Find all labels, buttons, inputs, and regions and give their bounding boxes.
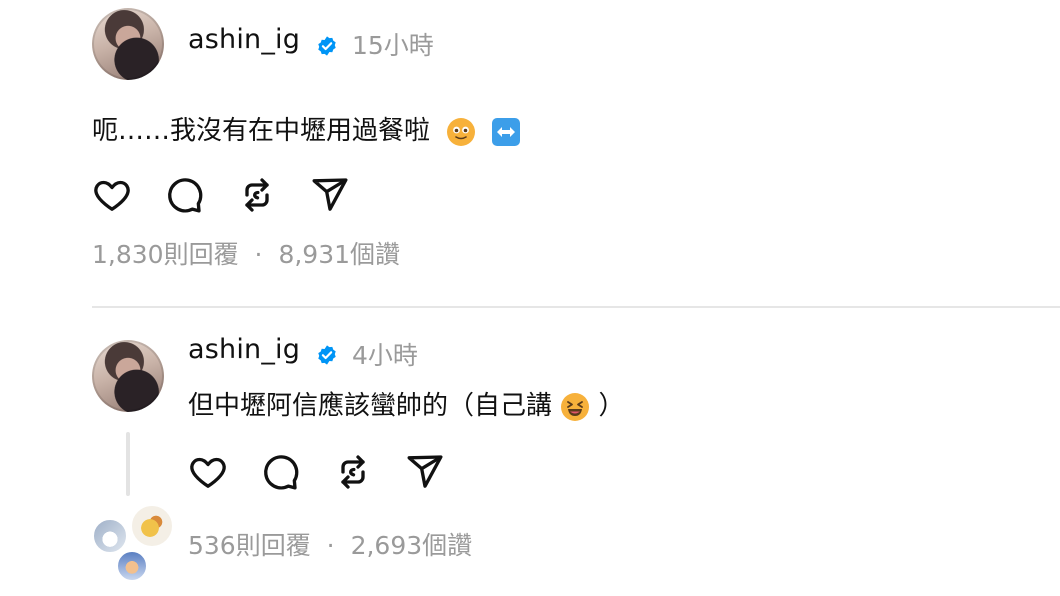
repost-button[interactable] — [235, 173, 279, 217]
thread-line — [126, 432, 130, 496]
replier-avatar — [92, 518, 128, 554]
heart-icon — [190, 457, 226, 488]
reply-text-close: ） — [598, 391, 625, 421]
reply-stats: 536則回覆 · 2,693個讚 — [188, 526, 472, 562]
repost-icon — [245, 178, 269, 212]
share-button[interactable] — [308, 173, 352, 217]
post-divider — [92, 306, 1060, 308]
comment-button[interactable] — [258, 450, 302, 494]
heart-icon — [94, 180, 130, 211]
reply-count-link[interactable]: 1,830則回覆 — [92, 240, 239, 269]
grinning-squinting-face-emoji — [561, 392, 590, 421]
post-username[interactable]: ashin_ig — [188, 24, 300, 55]
reply-text-content: 但中壢阿信應該蠻帥的（自己講 — [188, 391, 553, 421]
like-count-link[interactable]: 2,693個讚 — [351, 531, 473, 560]
post-text: 呃……我沒有在中壢用過餐啦 — [92, 110, 521, 147]
reply-time: 4小時 — [352, 341, 418, 370]
reply-username[interactable]: ashin_ig — [188, 334, 300, 365]
reply-text: 但中壢阿信應該蠻帥的（自己講 ） — [188, 385, 625, 422]
post-stats: 1,830則回覆 · 8,931個讚 — [92, 235, 400, 271]
replier-avatar — [130, 504, 174, 548]
comment-icon — [264, 455, 299, 490]
repost-button[interactable] — [331, 450, 375, 494]
post-time: 15小時 — [352, 31, 434, 60]
reply-avatar[interactable] — [92, 340, 164, 412]
smiling-face-emoji — [447, 117, 476, 146]
post-avatar[interactable] — [92, 8, 164, 80]
comment-icon — [168, 178, 203, 213]
like-button[interactable] — [186, 450, 230, 494]
left-right-arrow-emoji — [491, 117, 520, 146]
verified-badge-icon — [318, 36, 336, 56]
reply-count-link[interactable]: 536則回覆 — [188, 531, 311, 560]
replier-avatar — [116, 550, 148, 582]
post-text-content: 呃……我沒有在中壢用過餐啦 — [92, 116, 431, 146]
share-icon — [312, 178, 348, 211]
like-button[interactable] — [90, 173, 134, 217]
verified-badge-icon — [318, 345, 336, 365]
comment-button[interactable] — [162, 173, 206, 217]
repost-icon — [341, 455, 365, 489]
share-icon — [407, 455, 443, 488]
stats-separator: · — [326, 531, 335, 560]
stats-separator: · — [254, 240, 263, 269]
like-count-link[interactable]: 8,931個讚 — [278, 240, 400, 269]
share-button[interactable] — [403, 450, 447, 494]
